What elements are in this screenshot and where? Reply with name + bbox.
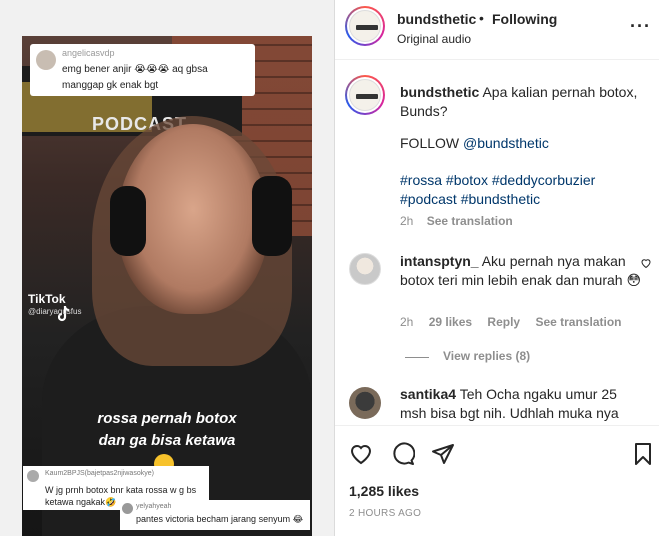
video-caption: rossa pernah botox dan ga bisa ketawa — [97, 410, 237, 449]
post-timestamp[interactable]: 2 HOURS AGO — [349, 508, 421, 519]
author-avatar[interactable] — [345, 75, 385, 115]
following-button[interactable]: Following — [492, 11, 557, 27]
bookmark-save-icon[interactable] — [631, 442, 655, 466]
commenter-avatar — [27, 470, 39, 482]
mention-link[interactable]: @bundsthetic — [463, 135, 549, 151]
tiktok-username: @diaryagusfus — [28, 307, 82, 316]
see-translation-link[interactable]: See translation — [535, 315, 621, 329]
comment-username[interactable]: intansptyn_ — [400, 253, 479, 269]
caption-username[interactable]: bundsthetic — [400, 84, 479, 100]
post-header: bundsthetic • Following Original audio ·… — [335, 0, 659, 60]
post-details-panel: bundsthetic • Following Original audio ·… — [334, 0, 659, 536]
commenter-avatar — [36, 50, 56, 70]
comment-meta: 2h 29 likes Reply See translation — [400, 315, 633, 329]
commenter-avatar — [122, 503, 133, 514]
follow-prefix: FOLLOW — [400, 135, 464, 151]
comment-text: intansptyn_ Aku pernah nya makan botox t… — [400, 252, 645, 290]
commenter-avatar[interactable] — [349, 387, 381, 419]
post-actions: 1,285 likes 2 HOURS AGO — [335, 425, 659, 536]
video-player[interactable]: PODCAST TikTok @diaryagusfus rossa perna… — [22, 36, 312, 536]
more-horizontal-icon[interactable]: ··· — [630, 16, 651, 37]
overlay-comment-user: angelicasvdp — [62, 48, 115, 58]
tiktok-label: TikTok — [28, 292, 66, 306]
caption-time[interactable]: 2h — [400, 214, 413, 228]
overlay-comment-text: emg bener anjir 😭😭😭 aq gbsa manggap gk e… — [62, 64, 208, 91]
comment-username[interactable]: santika4 — [400, 386, 456, 402]
comment-time[interactable]: 2h — [400, 315, 413, 329]
replies-divider — [405, 357, 429, 358]
hashtags[interactable]: #rossa #botox #deddycorbuzier #podcast #… — [400, 171, 650, 209]
headphone-right — [252, 176, 292, 256]
view-replies-button[interactable]: View replies (8) — [443, 349, 530, 363]
like-count[interactable]: 1,285 likes — [349, 483, 419, 499]
overlay-comment-bottom-2: yelyahyeah pantes victoria becham jarang… — [120, 500, 310, 530]
overlay-comment-user: Kaum2BPJS(bajetpas2njiwasokye) — [45, 470, 154, 477]
commenter-avatar[interactable] — [349, 253, 381, 285]
see-translation-link[interactable]: See translation — [427, 214, 513, 228]
overlay-comment-top: angelicasvdp emg bener anjir 😭😭😭 aq gbsa… — [30, 44, 255, 96]
headphone-left — [110, 186, 146, 256]
author-username[interactable]: bundsthetic — [397, 11, 476, 27]
comments-scroll-area[interactable]: bundsthetic Apa kalian pernah botox, Bun… — [335, 61, 659, 425]
caption-follow-line: FOLLOW @bundsthetic — [400, 135, 549, 151]
overlay-comment-user: yelyahyeah — [136, 503, 172, 510]
audio-link[interactable]: Original audio — [397, 32, 471, 46]
reply-button[interactable]: Reply — [487, 315, 520, 329]
share-send-icon[interactable] — [431, 442, 455, 466]
overlay-comment-text: pantes victoria becham jarang senyum 😂 — [136, 514, 304, 524]
caption-text: bundsthetic Apa kalian pernah botox, Bun… — [400, 83, 650, 121]
comment-bubble-icon[interactable] — [391, 442, 415, 466]
post-media[interactable]: PODCAST TikTok @diaryagusfus rossa perna… — [0, 0, 334, 536]
separator-dot: • — [479, 10, 484, 26]
caption-meta: 2h See translation — [400, 214, 523, 228]
like-heart-icon[interactable] — [349, 442, 373, 466]
like-comment-heart-icon[interactable] — [640, 257, 652, 269]
comment-likes[interactable]: 29 likes — [429, 315, 472, 329]
author-avatar[interactable] — [345, 6, 385, 46]
comment-text: santika4 Teh Ocha ngaku umur 25 msh bisa… — [400, 385, 645, 423]
